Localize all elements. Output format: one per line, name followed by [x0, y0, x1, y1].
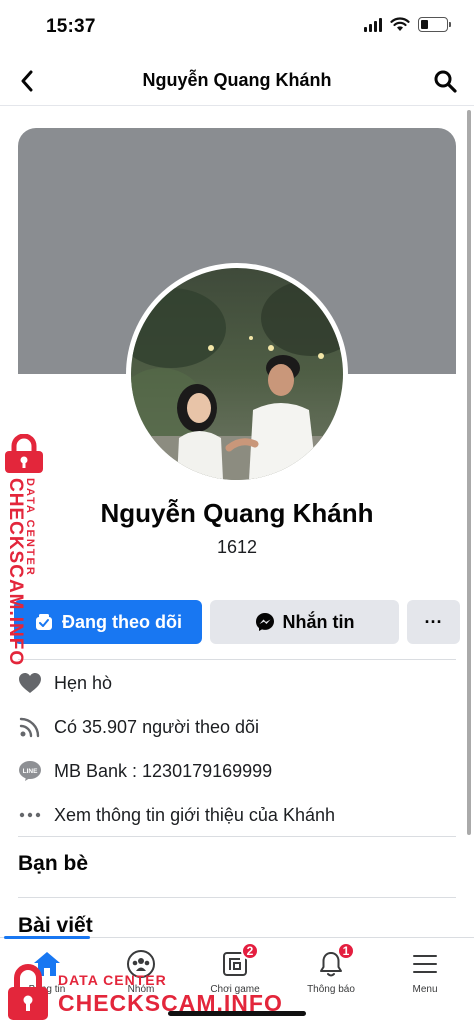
divider	[18, 836, 456, 837]
wifi-icon	[390, 17, 410, 31]
more-options-button[interactable]: ···	[407, 600, 460, 644]
friends-section-title[interactable]: Bạn bè	[18, 852, 88, 876]
notifications-badge: 1	[337, 942, 355, 960]
tab-menu[interactable]: Menu	[378, 938, 472, 1024]
heart-icon	[18, 671, 42, 695]
tab-label: Thông báo	[307, 984, 355, 995]
info-row-label: Có 35.907 người theo dõi	[54, 716, 259, 737]
watermark-lock-icon	[8, 964, 48, 1020]
line-icon: LINE	[18, 759, 42, 783]
divider	[18, 897, 456, 898]
watermark-small-text: DATA CENTER	[58, 972, 167, 988]
following-icon	[36, 614, 52, 630]
avatar-photo	[131, 268, 343, 480]
more-dots-icon	[18, 803, 42, 827]
status-icons	[364, 17, 451, 32]
following-button-label: Đang theo dõi	[62, 611, 182, 632]
info-row-label: Xem thông tin giới thiệu của Khánh	[54, 804, 335, 825]
rss-icon	[18, 715, 42, 739]
posts-section-title[interactable]: Bài viết	[18, 914, 93, 938]
profile-subtitle: 1612	[216, 537, 258, 557]
info-row-bank[interactable]: LINE MB Bank : 1230179169999	[18, 756, 272, 786]
info-row-followers[interactable]: Có 35.907 người theo dõi	[18, 712, 259, 742]
info-row-label: MB Bank : 1230179169999	[54, 760, 273, 781]
messenger-icon	[255, 613, 274, 631]
message-button-label: Nhắn tin	[282, 611, 355, 632]
watermark-big-text: CHECKSCAM.INFO	[58, 990, 283, 1016]
more-options-label: ···	[424, 611, 443, 632]
status-bar: 15:37	[0, 0, 474, 52]
info-row-dating[interactable]: Hẹn hò	[18, 668, 112, 698]
status-time: 15:37	[46, 16, 96, 37]
page-title: Nguyễn Quang Khánh	[142, 70, 332, 90]
cellular-signal-icon	[364, 17, 382, 32]
profile-actions: Đang theo dõi Nhắn tin ···	[14, 600, 460, 644]
watermark-big-text: CHECKSCAM.INFO	[5, 478, 26, 667]
following-button[interactable]: Đang theo dõi	[14, 600, 202, 644]
profile-nav-bar: Nguyễn Quang Khánh	[0, 56, 474, 106]
watermark-lock-icon	[5, 434, 43, 473]
info-row-label: Hẹn hò	[54, 672, 113, 693]
tab-label: Menu	[412, 984, 438, 995]
gaming-badge: 2	[241, 942, 259, 960]
scrollbar[interactable]	[467, 110, 471, 835]
gaming-icon: 2	[219, 942, 259, 980]
bell-icon: 1	[315, 942, 355, 980]
info-row-about[interactable]: Xem thông tin giới thiệu của Khánh	[18, 800, 335, 830]
message-button[interactable]: Nhắn tin	[210, 600, 399, 644]
divider	[18, 659, 456, 660]
search-button[interactable]	[430, 66, 460, 96]
profile-avatar[interactable]	[126, 263, 348, 485]
hamburger-menu-icon	[409, 948, 441, 980]
svg-text:LINE: LINE	[23, 768, 38, 775]
battery-icon	[418, 17, 451, 32]
profile-name: Nguyễn Quang Khánh	[100, 498, 374, 528]
search-icon	[434, 70, 457, 93]
